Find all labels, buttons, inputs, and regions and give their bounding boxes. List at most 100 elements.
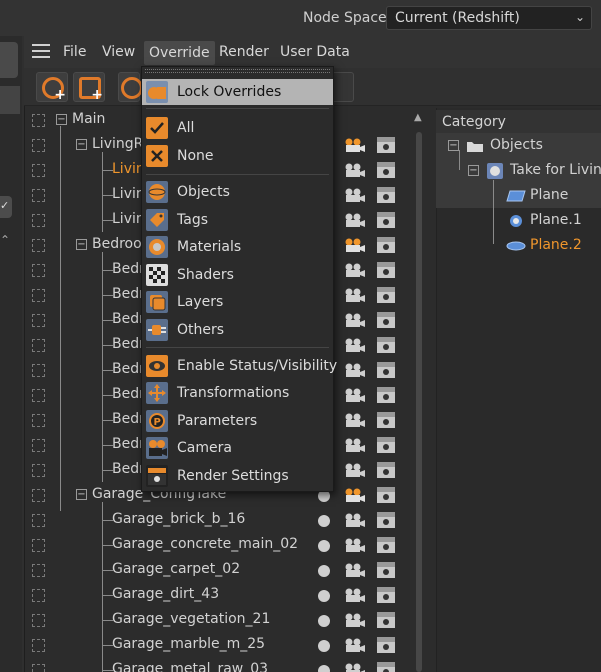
render-settings-icon[interactable]: [376, 211, 396, 229]
camera-icon[interactable]: [344, 213, 366, 227]
chevron-up-icon[interactable]: ⌃: [0, 233, 14, 247]
object-row-plane2[interactable]: Plane.2: [436, 233, 601, 258]
render-settings-icon[interactable]: [376, 511, 396, 529]
camera-icon[interactable]: [344, 413, 366, 427]
camera-icon[interactable]: [344, 388, 366, 402]
menu-item-shaders[interactable]: Shaders: [142, 262, 333, 288]
menu-item-render-settings[interactable]: Render Settings: [142, 463, 333, 489]
render-settings-icon[interactable]: [376, 136, 396, 154]
camera-icon[interactable]: [344, 588, 366, 602]
render-settings-icon[interactable]: [376, 486, 396, 504]
menu-item-parameters[interactable]: P Parameters: [142, 408, 333, 434]
collapse-icon[interactable]: −: [76, 239, 87, 250]
camera-icon[interactable]: [344, 663, 366, 672]
tree-row-garage-child[interactable]: Garage_metal_raw_03: [24, 658, 424, 672]
camera-icon[interactable]: [344, 513, 366, 527]
menu-item-lock-overrides[interactable]: Lock Overrides: [142, 79, 333, 105]
take-tool-button[interactable]: [118, 72, 143, 102]
group-row-take[interactable]: − Take for LivingR: [436, 158, 601, 183]
menu-item-all[interactable]: All: [142, 115, 333, 141]
render-settings-icon[interactable]: [376, 461, 396, 479]
camera-icon[interactable]: [344, 238, 366, 252]
hamburger-menu-icon[interactable]: [32, 44, 50, 60]
render-settings-icon[interactable]: [376, 411, 396, 429]
camera-icon[interactable]: [344, 163, 366, 177]
render-settings-icon[interactable]: [376, 586, 396, 604]
collapse-icon[interactable]: −: [468, 165, 479, 176]
camera-icon[interactable]: [344, 138, 366, 152]
tree-row-garage-child[interactable]: Garage_dirt_43: [24, 583, 424, 608]
menu-file[interactable]: File: [63, 44, 86, 60]
camera-icon[interactable]: [344, 538, 366, 552]
menu-item-none[interactable]: None: [142, 143, 333, 169]
collapse-icon[interactable]: −: [56, 114, 67, 125]
menu-item-camera[interactable]: Camera: [142, 435, 333, 461]
render-settings-icon[interactable]: [376, 236, 396, 254]
menu-item-others[interactable]: Others: [142, 317, 333, 343]
render-settings-icon[interactable]: [376, 361, 396, 379]
group-row-objects[interactable]: − Objects: [436, 133, 601, 158]
camera-icon[interactable]: [344, 463, 366, 477]
camera-icon[interactable]: [344, 288, 366, 302]
tree-row-garage-child[interactable]: Garage_marble_m_25: [24, 633, 424, 658]
render-settings-icon[interactable]: [376, 336, 396, 354]
render-settings-icon[interactable]: [376, 636, 396, 654]
render-settings-icon[interactable]: [376, 161, 396, 179]
camera-icon[interactable]: [344, 638, 366, 652]
tree-row-garage-child[interactable]: Garage_brick_b_16: [24, 508, 424, 533]
render-settings-icon[interactable]: [376, 561, 396, 579]
tree-row-garage-child[interactable]: Garage_carpet_02: [24, 558, 424, 583]
render-settings-icon[interactable]: [376, 661, 396, 672]
tree-scrollbar[interactable]: ▲: [414, 112, 422, 672]
scroll-up-icon[interactable]: ▲: [414, 112, 422, 123]
camera-icon[interactable]: [344, 338, 366, 352]
status-dot[interactable]: [318, 615, 330, 627]
menu-item-layers[interactable]: Layers: [142, 289, 333, 315]
render-settings-icon[interactable]: [376, 311, 396, 329]
object-row-plane[interactable]: Plane: [436, 183, 601, 208]
status-dot[interactable]: [318, 640, 330, 652]
menu-item-objects[interactable]: Objects: [142, 179, 333, 205]
camera-icon[interactable]: [344, 313, 366, 327]
camera-icon[interactable]: [344, 363, 366, 377]
category-header[interactable]: Category: [436, 110, 601, 134]
camera-icon[interactable]: [344, 263, 366, 277]
render-settings-icon[interactable]: [376, 186, 396, 204]
status-dot[interactable]: [318, 665, 330, 672]
camera-icon[interactable]: [344, 563, 366, 577]
camera-icon[interactable]: [344, 613, 366, 627]
collapse-icon[interactable]: −: [448, 140, 459, 151]
status-dot[interactable]: [318, 590, 330, 602]
collapse-icon[interactable]: −: [76, 139, 87, 150]
menu-view[interactable]: View: [102, 44, 135, 60]
object-row-plane1[interactable]: Plane.1: [436, 208, 601, 233]
node-space-select[interactable]: Current (Redshift) ⌄: [386, 6, 592, 30]
render-settings-icon[interactable]: [376, 611, 396, 629]
menu-tear-off-handle[interactable]: [145, 69, 330, 73]
status-dot[interactable]: [318, 515, 330, 527]
camera-icon[interactable]: [344, 488, 366, 502]
scrollbar-thumb[interactable]: [416, 132, 422, 672]
menu-item-transformations[interactable]: Transformations: [142, 380, 333, 406]
camera-icon[interactable]: [344, 438, 366, 452]
status-dot[interactable]: [318, 565, 330, 577]
menu-user-data[interactable]: User Data: [280, 44, 350, 60]
menu-override[interactable]: Override: [144, 41, 215, 65]
render-settings-icon[interactable]: [376, 536, 396, 554]
menu-item-materials[interactable]: Materials: [142, 234, 333, 260]
camera-icon[interactable]: [344, 188, 366, 202]
menu-item-enable-status[interactable]: Enable Status/Visibility: [142, 353, 337, 379]
render-settings-icon[interactable]: [376, 386, 396, 404]
tree-row-garage-child[interactable]: Garage_vegetation_21: [24, 608, 424, 633]
status-dot[interactable]: [318, 540, 330, 552]
render-settings-icon[interactable]: [376, 261, 396, 279]
tree-row-garage-child[interactable]: Garage_concrete_main_02: [24, 533, 424, 558]
render-settings-icon[interactable]: [376, 286, 396, 304]
check-icon[interactable]: ✓: [0, 196, 12, 218]
add-take-button[interactable]: +: [36, 72, 68, 103]
add-override-button[interactable]: +: [73, 72, 105, 103]
material-icon[interactable]: [0, 42, 18, 78]
collapse-icon[interactable]: −: [76, 489, 87, 500]
menu-render[interactable]: Render: [219, 44, 269, 60]
menu-item-tags[interactable]: Tags: [142, 207, 333, 233]
